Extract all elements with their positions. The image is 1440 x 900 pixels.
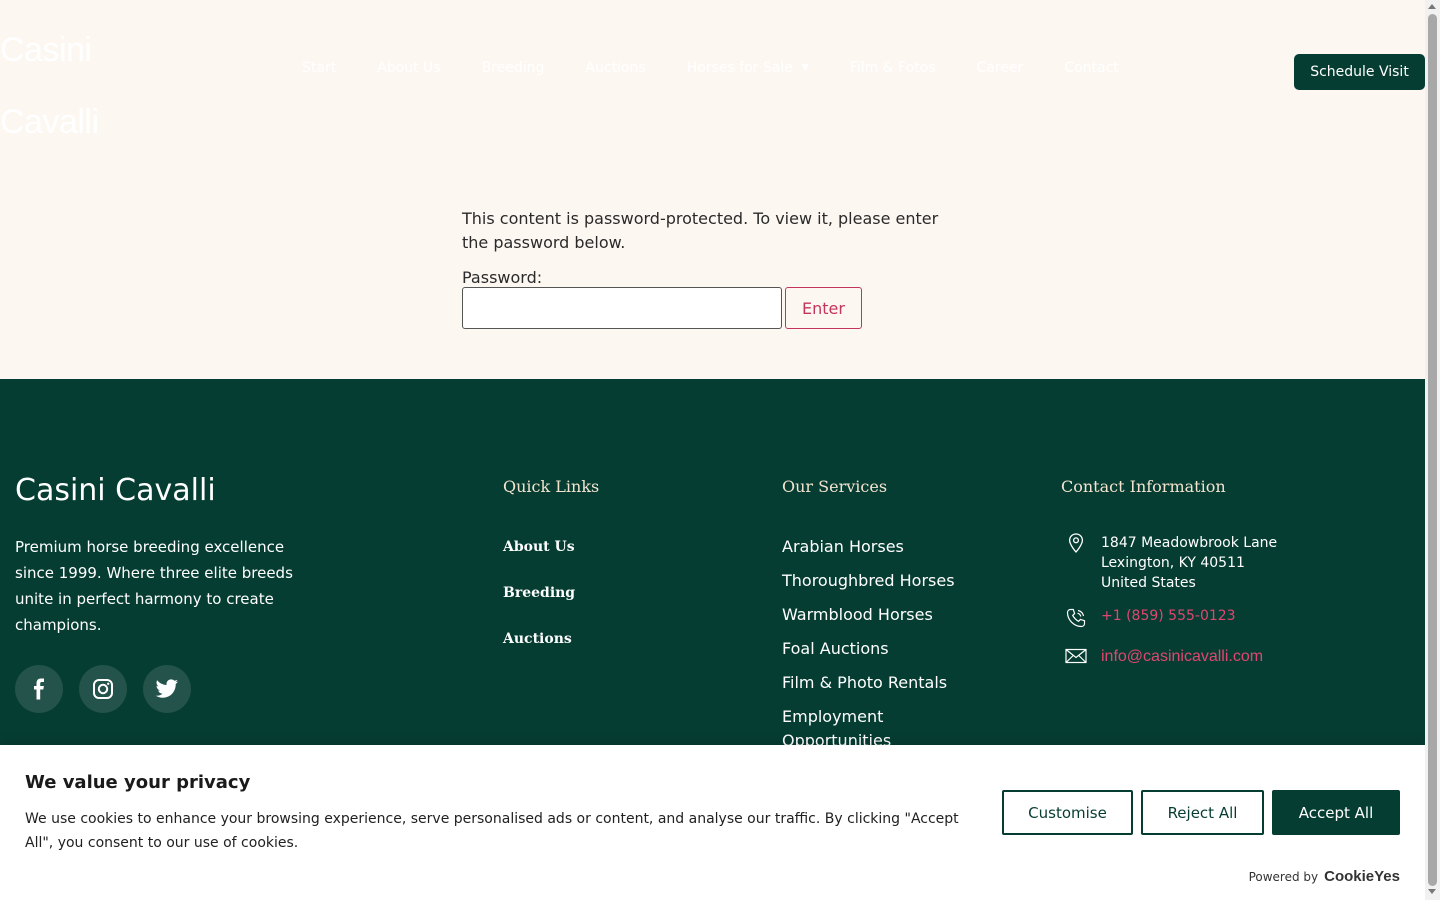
scroll-up-arrow-icon[interactable] [1428, 4, 1436, 9]
mail-icon [1061, 648, 1091, 664]
service-thoroughbred-horses[interactable]: Thoroughbred Horses [782, 569, 982, 593]
twitter-icon[interactable] [143, 665, 191, 713]
map-pin-icon [1061, 533, 1091, 553]
address-line-2: Lexington, KY 40511 [1101, 555, 1245, 571]
contact-email: info@casinicavalli.com [1061, 648, 1263, 666]
footer-brand-description: Premium horse breeding excellence since … [15, 538, 293, 634]
instagram-icon[interactable] [79, 665, 127, 713]
contact-phone: +1 (859) 555-0123 [1061, 608, 1236, 628]
cookie-title: We value your privacy [25, 772, 251, 793]
address-line-1: 1847 Meadowbrook Lane [1101, 535, 1278, 551]
quick-link-auctions[interactable]: Auctions [503, 631, 575, 677]
service-film-photo-rentals[interactable]: Film & Photo Rentals [782, 671, 982, 695]
footer-brand-name: Casini Cavalli [15, 473, 216, 508]
powered-by-label: Powered by [1248, 870, 1319, 884]
accept-all-button[interactable]: Accept All [1272, 790, 1400, 835]
service-arabian-horses[interactable]: Arabian Horses [782, 535, 982, 559]
enter-button[interactable]: Enter [785, 287, 862, 329]
nav-item-breeding[interactable]: Breeding [482, 60, 545, 76]
nav-item-auctions[interactable]: Auctions [585, 60, 645, 76]
logo-line-1: Casini [0, 31, 92, 69]
password-input[interactable] [462, 287, 782, 329]
quick-link-about-us[interactable]: About Us [503, 539, 575, 585]
nav-item-start[interactable]: Start [302, 60, 336, 76]
customise-button[interactable]: Customise [1002, 790, 1133, 835]
chevron-down-icon: ▼ [801, 63, 809, 73]
facebook-icon[interactable] [15, 665, 63, 713]
phone-icon [1061, 608, 1091, 628]
reject-all-button[interactable]: Reject All [1141, 790, 1264, 835]
cookie-consent-banner: We value your privacy We use cookies to … [0, 745, 1425, 900]
email-link[interactable]: info@casinicavalli.com [1101, 648, 1263, 666]
contact-address: 1847 Meadowbrook Lane Lexington, KY 4051… [1061, 533, 1277, 593]
password-label: Password: [462, 268, 543, 287]
powered-by: Powered by CookieYes [1249, 868, 1400, 885]
address-line-3: United States [1101, 575, 1196, 591]
service-warmblood-horses[interactable]: Warmblood Horses [782, 603, 982, 627]
cookie-description: We use cookies to enhance your browsing … [25, 811, 959, 851]
service-foal-auctions[interactable]: Foal Auctions [782, 637, 982, 661]
quick-links-title: Quick Links [503, 477, 600, 496]
address-text: 1847 Meadowbrook Lane Lexington, KY 4051… [1101, 533, 1277, 593]
contact-info-title: Contact Information [1061, 477, 1226, 496]
main-nav: Start About Us Breeding Auctions Horses … [302, 60, 1160, 76]
nav-item-horses-for-sale-label: Horses for Sale [686, 60, 793, 76]
phone-link[interactable]: +1 (859) 555-0123 [1101, 608, 1236, 624]
cookieyes-logo[interactable]: CookieYes [1324, 868, 1400, 885]
nav-item-contact[interactable]: Contact [1064, 60, 1118, 76]
scroll-down-arrow-icon[interactable] [1428, 889, 1436, 894]
quick-links-list: About Us Breeding Auctions [503, 539, 575, 677]
nav-item-film-fotos[interactable]: Film & Fotos [850, 60, 936, 76]
services-list: Arabian Horses Thoroughbred Horses Warmb… [782, 535, 982, 763]
page-scrollbar[interactable] [1425, 0, 1440, 900]
quick-link-breeding[interactable]: Breeding [503, 585, 575, 631]
nav-item-career[interactable]: Career [977, 60, 1024, 76]
logo-line-2: Cavalli [0, 103, 99, 141]
nav-item-about-us[interactable]: About Us [377, 60, 440, 76]
password-protected-message: This content is password-protected. To v… [462, 209, 939, 252]
site-logo[interactable]: Casini Cavalli [0, 14, 120, 158]
services-title: Our Services [782, 477, 888, 496]
schedule-visit-button[interactable]: Schedule Visit [1294, 54, 1425, 90]
nav-item-horses-for-sale[interactable]: Horses for Sale ▼ [687, 60, 809, 76]
scrollbar-thumb[interactable] [1428, 14, 1437, 886]
social-links [15, 665, 207, 713]
